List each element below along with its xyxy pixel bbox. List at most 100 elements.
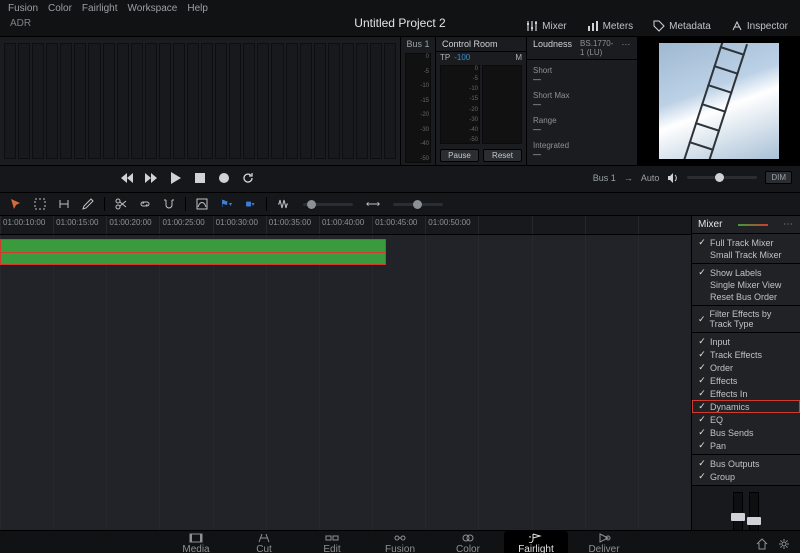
- tracks-area[interactable]: [0, 235, 691, 530]
- toggle-inspector[interactable]: Inspector: [725, 18, 794, 34]
- mixer-opt-pan[interactable]: ✓Pan: [692, 439, 800, 455]
- mixer-opt-order[interactable]: ✓Order: [692, 361, 800, 374]
- play-button[interactable]: [168, 170, 184, 186]
- automation-tool[interactable]: [194, 196, 210, 212]
- page-deliver[interactable]: Deliver: [572, 531, 636, 553]
- page-cut[interactable]: Cut: [232, 531, 296, 553]
- pointer-tool[interactable]: [8, 196, 24, 212]
- menu-fusion[interactable]: Fusion: [8, 3, 38, 14]
- menu-help[interactable]: Help: [187, 3, 208, 14]
- time-mark[interactable]: [478, 216, 531, 234]
- page-edit[interactable]: Edit: [300, 531, 364, 553]
- control-room: Control Room TP -100 M 0-5-10-15-20-30-4…: [435, 37, 526, 165]
- loudness-tab[interactable]: Loudness: [533, 39, 572, 57]
- loudness-menu-icon[interactable]: ⋯: [621, 39, 631, 57]
- monitor-auto[interactable]: Auto: [641, 173, 660, 183]
- mixer-options-icon[interactable]: ⋯: [783, 219, 794, 230]
- volume-slider[interactable]: [687, 176, 757, 179]
- bus-label: Bus 1: [401, 37, 435, 51]
- snap-tool[interactable]: [161, 196, 177, 212]
- time-mark[interactable]: 01:00:25:00: [159, 216, 212, 234]
- rewind-button[interactable]: [120, 170, 136, 186]
- marker-tool[interactable]: ■▾: [242, 196, 258, 212]
- channel-meter: [271, 43, 283, 159]
- speaker-icon[interactable]: [667, 172, 679, 184]
- time-mark[interactable]: 01:00:10:00: [0, 216, 53, 234]
- menu-bar: Fusion Color Fairlight Workspace Help: [0, 0, 800, 16]
- reset-button[interactable]: Reset: [483, 149, 522, 162]
- time-mark[interactable]: [585, 216, 638, 234]
- time-ruler[interactable]: 01:00:10:0001:00:15:0001:00:20:0001:00:2…: [0, 216, 691, 235]
- fusion-icon: [393, 533, 407, 543]
- mixer-opt-trackfx[interactable]: ✓Track Effects: [692, 348, 800, 361]
- dim-button[interactable]: DIM: [765, 171, 792, 184]
- mixer-options-menu: ✓Full Track MixerSmall Track Mixer ✓Show …: [692, 234, 800, 485]
- toggle-mixer-topbar[interactable]: Mixer: [520, 18, 572, 34]
- gear-icon[interactable]: [778, 538, 790, 550]
- toggle-meters[interactable]: Meters: [581, 18, 640, 34]
- pause-button[interactable]: Pause: [440, 149, 479, 162]
- record-button[interactable]: [216, 170, 232, 186]
- time-mark[interactable]: 01:00:15:00: [53, 216, 106, 234]
- mixer-opt-dynamics[interactable]: ✓Dynamics: [692, 400, 800, 413]
- toggle-metadata[interactable]: Metadata: [647, 18, 717, 34]
- channel-meter: [229, 43, 241, 159]
- audio-clip[interactable]: [0, 239, 386, 265]
- mixer-opt-full[interactable]: ✓Full Track Mixer: [692, 236, 800, 249]
- channel-meter: [243, 43, 255, 159]
- mixer-opt-effects[interactable]: ✓Effects: [692, 374, 800, 387]
- fast-forward-button[interactable]: [144, 170, 160, 186]
- channel-meter: [32, 43, 44, 159]
- menu-workspace[interactable]: Workspace: [128, 3, 178, 14]
- mixer-opt-labels[interactable]: ✓Show Labels: [692, 266, 800, 279]
- mixer-opt-eq[interactable]: ✓EQ: [692, 413, 800, 426]
- control-room-tab[interactable]: Control Room: [442, 39, 498, 49]
- marquee-tool[interactable]: [32, 196, 48, 212]
- link-tool[interactable]: [137, 196, 153, 212]
- time-mark[interactable]: 01:00:40:00: [319, 216, 372, 234]
- page-color[interactable]: Color: [436, 531, 500, 553]
- inspector-label: Inspector: [747, 21, 788, 32]
- time-mark[interactable]: [532, 216, 585, 234]
- mixer-opt-resetbus[interactable]: Reset Bus Order: [692, 291, 800, 306]
- time-mark[interactable]: 01:00:30:00: [213, 216, 266, 234]
- mixer-opt-input[interactable]: ✓Input: [692, 335, 800, 348]
- stop-button[interactable]: [192, 170, 208, 186]
- zoom-slider-2[interactable]: [393, 203, 443, 206]
- mixer-opt-bussends[interactable]: ✓Bus Sends: [692, 426, 800, 439]
- monitor-bus[interactable]: Bus 1: [593, 173, 616, 183]
- video-preview[interactable]: [637, 37, 800, 165]
- page-fusion[interactable]: Fusion: [368, 531, 432, 553]
- time-mark[interactable]: 01:00:50:00: [425, 216, 478, 234]
- range-tool[interactable]: [56, 196, 72, 212]
- page-media[interactable]: Media: [164, 531, 228, 553]
- tag-icon: [653, 20, 665, 32]
- page-fairlight[interactable]: Fairlight: [504, 531, 568, 553]
- channel-meter: [314, 43, 326, 159]
- scissors-tool[interactable]: [113, 196, 129, 212]
- page-switcher: Media Cut Edit Fusion Color Fairlight De…: [0, 530, 800, 553]
- time-mark[interactable]: 01:00:35:00: [266, 216, 319, 234]
- zoom-slider-1[interactable]: [303, 203, 353, 206]
- time-mark[interactable]: 01:00:45:00: [372, 216, 425, 234]
- timeline[interactable]: 01:00:10:0001:00:15:0001:00:20:0001:00:2…: [0, 216, 691, 530]
- meters-label: Meters: [603, 21, 634, 32]
- mixer-opt-single[interactable]: Single Mixer View: [692, 279, 800, 291]
- time-mark[interactable]: [638, 216, 691, 234]
- flag-tool[interactable]: ⚑▾: [218, 196, 234, 212]
- loudness-standard[interactable]: BS.1770-1 (LU): [580, 39, 613, 57]
- mixer-opt-small[interactable]: Small Track Mixer: [692, 249, 800, 264]
- time-mark[interactable]: 01:00:20:00: [106, 216, 159, 234]
- channel-meter: [356, 43, 368, 159]
- loop-button[interactable]: [240, 170, 256, 186]
- mixer-opt-effectsin[interactable]: ✓Effects In: [692, 387, 800, 400]
- transient-tool[interactable]: [275, 196, 291, 212]
- pencil-tool[interactable]: [80, 196, 96, 212]
- mixer-opt-filter[interactable]: ✓Filter Effects by Track Type: [692, 308, 800, 333]
- home-icon[interactable]: [756, 538, 768, 550]
- mixer-opt-busout[interactable]: ✓Bus Outputs: [692, 457, 800, 470]
- menu-fairlight[interactable]: Fairlight: [82, 3, 118, 14]
- menu-color[interactable]: Color: [48, 3, 72, 14]
- loudness-shortmax: Short Max—: [533, 91, 631, 109]
- mixer-opt-group[interactable]: ✓Group: [692, 470, 800, 483]
